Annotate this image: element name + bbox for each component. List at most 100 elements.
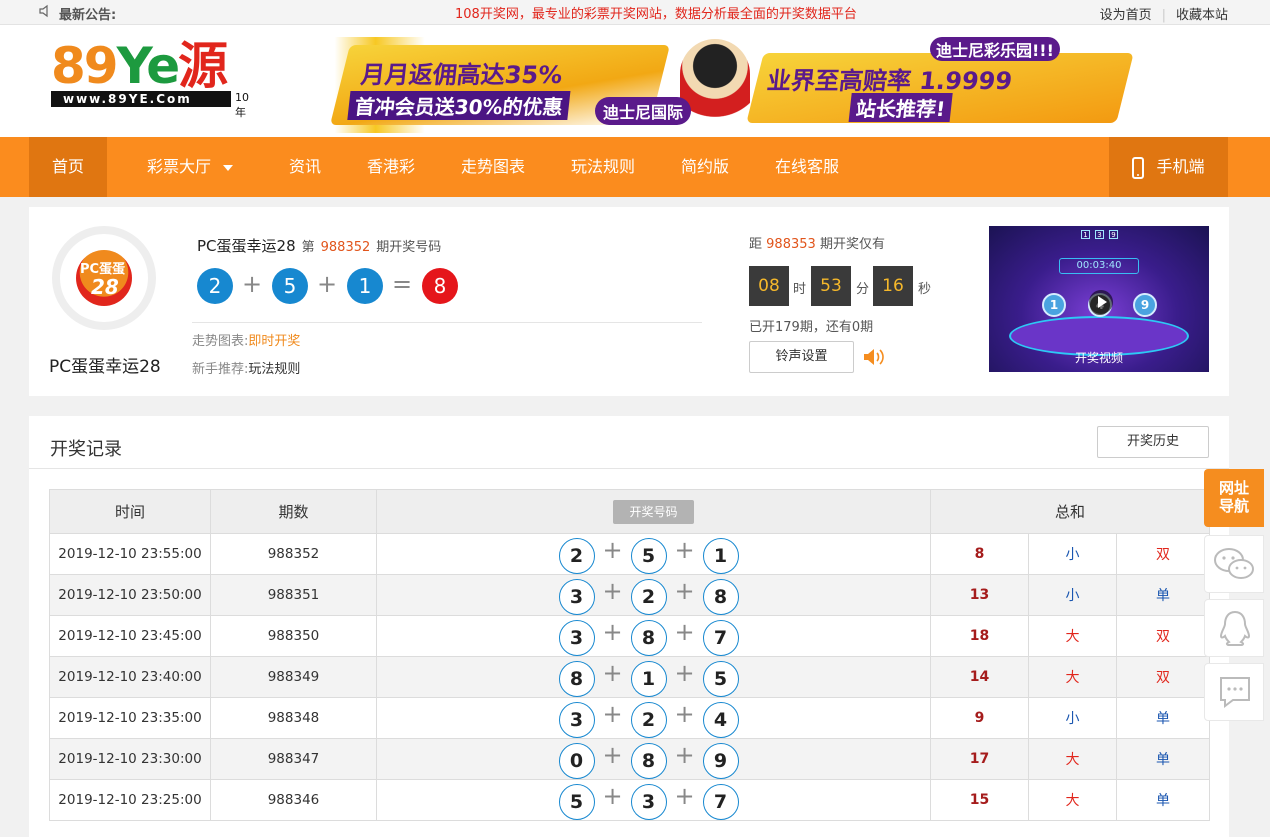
cell-time: 2019-12-10 23:55:00 bbox=[49, 533, 211, 575]
plus-sign: + bbox=[674, 782, 695, 810]
number-group: 0 +8 +9 bbox=[558, 741, 749, 779]
nav-mobile[interactable]: 手机端 bbox=[1109, 137, 1228, 197]
lottery-logo-num: 28 bbox=[91, 275, 119, 299]
cell-sum: 14 bbox=[930, 656, 1029, 698]
cell-size: 小 bbox=[1028, 533, 1117, 575]
site-logo[interactable]: 89Ye源 www.89YE.Com 10年 bbox=[51, 37, 256, 120]
nav-trend-charts[interactable]: 走势图表 bbox=[450, 137, 536, 197]
sum-value: 18 bbox=[969, 628, 990, 644]
table-row: 2019-12-10 23:25:00 988346 5 +3 +7 15 大单 bbox=[49, 779, 1211, 821]
draw-video[interactable]: 1 3 9 00:03:40 1 4 9 开奖视频 bbox=[989, 226, 1209, 372]
number-ball: 5 bbox=[630, 538, 667, 574]
cell-parity: 单 bbox=[1115, 697, 1211, 739]
qq-button[interactable] bbox=[1204, 599, 1264, 657]
sum-value: 17 bbox=[969, 751, 990, 767]
history-button[interactable]: 开奖历史 bbox=[1097, 426, 1209, 458]
banner-brand2: 迪士尼彩乐园!!! bbox=[930, 37, 1060, 61]
cell-sum: 18 bbox=[930, 615, 1029, 657]
table-row: 2019-12-10 23:40:00 988349 8 +1 +5 14 大双 bbox=[49, 656, 1211, 698]
equals-sign: = bbox=[391, 270, 413, 298]
parity-value: 单 bbox=[1156, 588, 1171, 604]
issue-prefix: 第 bbox=[301, 240, 315, 255]
parity-value: 双 bbox=[1156, 629, 1171, 645]
logo-text-ye: Ye bbox=[116, 37, 181, 95]
divider bbox=[29, 468, 1229, 469]
video-top-ball: 3 bbox=[1095, 230, 1104, 239]
plus-sign: + bbox=[602, 741, 623, 769]
parity-value: 双 bbox=[1156, 547, 1171, 563]
number-group: 3 +8 +7 bbox=[558, 618, 749, 656]
speaker-icon[interactable] bbox=[862, 347, 884, 367]
nav-news[interactable]: 资讯 bbox=[276, 137, 334, 197]
plus-sign: + bbox=[602, 782, 623, 810]
plus-sign: + bbox=[674, 700, 695, 728]
wechat-button[interactable] bbox=[1204, 535, 1264, 593]
table-row: 2019-12-10 23:30:00 988347 0 +8 +9 17 大单 bbox=[49, 738, 1211, 780]
ringtone-settings-button[interactable]: 铃声设置 bbox=[749, 341, 854, 373]
nav-rules[interactable]: 玩法规则 bbox=[560, 137, 646, 197]
numbers-header-button[interactable]: 开奖号码 bbox=[613, 499, 694, 524]
plus-sign: + bbox=[602, 700, 623, 728]
plus-sign: + bbox=[602, 659, 623, 687]
size-value: 小 bbox=[1065, 588, 1080, 604]
nav-lottery-hall[interactable]: 彩票大厅 bbox=[130, 137, 250, 197]
parity-value: 单 bbox=[1156, 711, 1171, 727]
ad-banner[interactable]: 月月返佣高达35% 首冲会员送30%的优惠 迪士尼国际 业界至高赔率 1.999… bbox=[310, 37, 1134, 133]
banner-line2: 首冲会员送30%的优惠 bbox=[347, 91, 571, 120]
set-home-link[interactable]: 设为首页 bbox=[1100, 4, 1152, 23]
cell-numbers: 8 +1 +5 bbox=[376, 656, 931, 698]
sum-value: 8 bbox=[974, 546, 985, 562]
bookmark-link[interactable]: 收藏本站 bbox=[1176, 4, 1228, 23]
result-ball: 2 bbox=[197, 268, 233, 304]
nav-home[interactable]: 首页 bbox=[29, 137, 107, 197]
banner-line3: 业界至高赔率 1.9999 bbox=[765, 67, 1014, 95]
lottery-logo: PC蛋蛋 28 bbox=[52, 226, 156, 330]
number-group: 5 +3 +7 bbox=[558, 782, 749, 820]
cell-size: 小 bbox=[1028, 697, 1117, 739]
number-group: 3 +2 +4 bbox=[558, 700, 749, 738]
play-icon[interactable] bbox=[1089, 290, 1113, 314]
banner-promo-right: 业界至高赔率 1.9999 站长推荐! bbox=[746, 53, 1134, 123]
col-issue: 期数 bbox=[210, 489, 377, 534]
cell-parity: 单 bbox=[1115, 574, 1211, 616]
sum-value: 9 bbox=[974, 710, 985, 726]
number-ball: 7 bbox=[702, 784, 739, 820]
nav-service[interactable]: 在线客服 bbox=[764, 137, 850, 197]
cell-sum: 13 bbox=[930, 574, 1029, 616]
countdown-suffix: 期开奖仅有 bbox=[819, 237, 885, 252]
cell-size: 小 bbox=[1028, 574, 1117, 616]
countdown-title: 距 988353 期开奖仅有 bbox=[749, 233, 885, 252]
cell-issue: 988352 bbox=[210, 533, 377, 575]
nav-lottery-hall-label: 彩票大厅 bbox=[146, 157, 211, 176]
cell-issue: 988349 bbox=[210, 656, 377, 698]
logo-url: www.89YE.Com bbox=[51, 91, 231, 107]
message-button[interactable] bbox=[1204, 663, 1264, 721]
site-nav-button[interactable]: 网址导航 bbox=[1204, 469, 1264, 527]
cell-numbers: 3 +2 +8 bbox=[376, 574, 931, 616]
number-group: 2 +5 +1 bbox=[558, 536, 749, 574]
notice-text[interactable]: 108开奖网，最专业的彩票开奖网站，数据分析最全面的开奖数据平台 bbox=[455, 3, 857, 22]
cell-issue: 988346 bbox=[210, 779, 377, 821]
video-label: 开奖视频 bbox=[1074, 351, 1123, 365]
trend-row: 走势图表:即时开奖 bbox=[192, 330, 300, 349]
plus-sign: + bbox=[674, 741, 695, 769]
nav-simple[interactable]: 简约版 bbox=[670, 137, 740, 197]
parity-value: 单 bbox=[1156, 752, 1171, 768]
table-row: 2019-12-10 23:55:00 988352 2 +5 +1 8 小 双 bbox=[49, 533, 1211, 575]
phone-icon bbox=[1132, 156, 1145, 179]
size-value: 大 bbox=[1065, 629, 1080, 645]
sum-value: 14 bbox=[969, 669, 990, 685]
cell-time: 2019-12-10 23:35:00 bbox=[49, 697, 211, 739]
cell-time: 2019-12-10 23:25:00 bbox=[49, 779, 211, 821]
chevron-down-icon bbox=[223, 164, 233, 171]
nav-hk-lottery[interactable]: 香港彩 bbox=[356, 137, 426, 197]
number-ball: 2 bbox=[558, 538, 595, 574]
table-row: 2019-12-10 23:45:00 988350 3 +8 +7 18 大双 bbox=[49, 615, 1211, 657]
cell-time: 2019-12-10 23:50:00 bbox=[49, 574, 211, 616]
cell-numbers: 5 +3 +7 bbox=[376, 779, 931, 821]
cell-size: 大 bbox=[1028, 779, 1117, 821]
rules-link[interactable]: 玩法规则 bbox=[248, 362, 300, 377]
header: 89Ye源 www.89YE.Com 10年 月月返佣高达35% 首冲会员送30… bbox=[0, 25, 1270, 137]
live-draw-link[interactable]: 即时开奖 bbox=[248, 334, 300, 349]
plus-sign: + bbox=[602, 536, 623, 564]
